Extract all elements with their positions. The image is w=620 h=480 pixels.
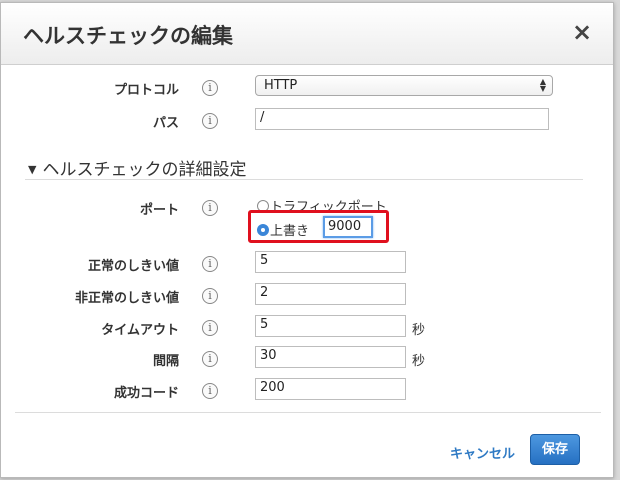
info-icon[interactable]: i <box>202 80 218 96</box>
advanced-settings-toggle[interactable]: ▼ ヘルスチェックの詳細設定 <box>28 155 246 180</box>
healthy-threshold-input[interactable]: 5 <box>255 251 406 273</box>
section-divider <box>25 179 583 180</box>
path-label: パス <box>152 116 179 131</box>
protocol-select[interactable]: HTTP ▲ ▼ <box>255 75 553 96</box>
interval-unit: 秒 <box>412 354 426 369</box>
info-icon[interactable]: i <box>202 351 218 367</box>
unhealthy-threshold-row: 非正常のしきい値 i 2 <box>1 283 613 307</box>
healthy-threshold-label: 正常のしきい値 <box>87 259 179 274</box>
collapse-triangle-icon: ▼ <box>28 163 37 176</box>
save-button[interactable]: 保存 <box>530 434 580 465</box>
timeout-input[interactable]: 5 <box>255 315 406 337</box>
protocol-row: プロトコル i HTTP ▲ ▼ <box>1 75 613 99</box>
unhealthy-threshold-label: 非正常のしきい値 <box>74 291 179 306</box>
port-label: ポート <box>139 203 179 218</box>
close-icon[interactable]: × <box>571 20 593 44</box>
footer-divider <box>15 412 601 413</box>
cancel-button[interactable]: キャンセル <box>450 443 515 462</box>
info-icon[interactable]: i <box>202 320 218 336</box>
protocol-label: プロトコル <box>113 83 179 98</box>
success-codes-input[interactable]: 200 <box>255 378 406 400</box>
success-codes-row: 成功コード i 200 <box>1 378 613 402</box>
advanced-settings-title: ヘルスチェックの詳細設定 <box>42 160 247 180</box>
interval-row: 間隔 i 30 秒 <box>1 346 613 370</box>
path-input[interactable]: / <box>255 108 549 130</box>
dialog-title: ヘルスチェックの編集 <box>23 24 233 48</box>
timeout-row: タイムアウト i 5 秒 <box>1 315 613 339</box>
healthy-threshold-row: 正常のしきい値 i 5 <box>1 251 613 275</box>
info-icon[interactable]: i <box>202 256 218 272</box>
dialog-header: ヘルスチェックの編集 × <box>1 3 613 65</box>
info-icon[interactable]: i <box>202 288 218 304</box>
edit-health-check-dialog: ヘルスチェックの編集 × プロトコル i HTTP ▲ ▼ パス i / ▼ ヘルス… <box>0 2 614 478</box>
success-codes-label: 成功コード <box>113 386 179 401</box>
unhealthy-threshold-input[interactable]: 2 <box>255 283 406 305</box>
timeout-unit: 秒 <box>412 323 426 338</box>
interval-label: 間隔 <box>152 354 179 369</box>
info-icon[interactable]: i <box>202 113 218 129</box>
info-icon[interactable]: i <box>202 383 218 399</box>
info-icon[interactable]: i <box>202 200 218 216</box>
interval-input[interactable]: 30 <box>255 346 406 368</box>
path-row: パス i / <box>1 108 613 132</box>
timeout-label: タイムアウト <box>101 323 179 338</box>
highlight-annotation-box <box>248 210 389 243</box>
select-arrows-icon: ▲ ▼ <box>539 77 546 93</box>
protocol-select-value: HTTP <box>264 78 298 93</box>
